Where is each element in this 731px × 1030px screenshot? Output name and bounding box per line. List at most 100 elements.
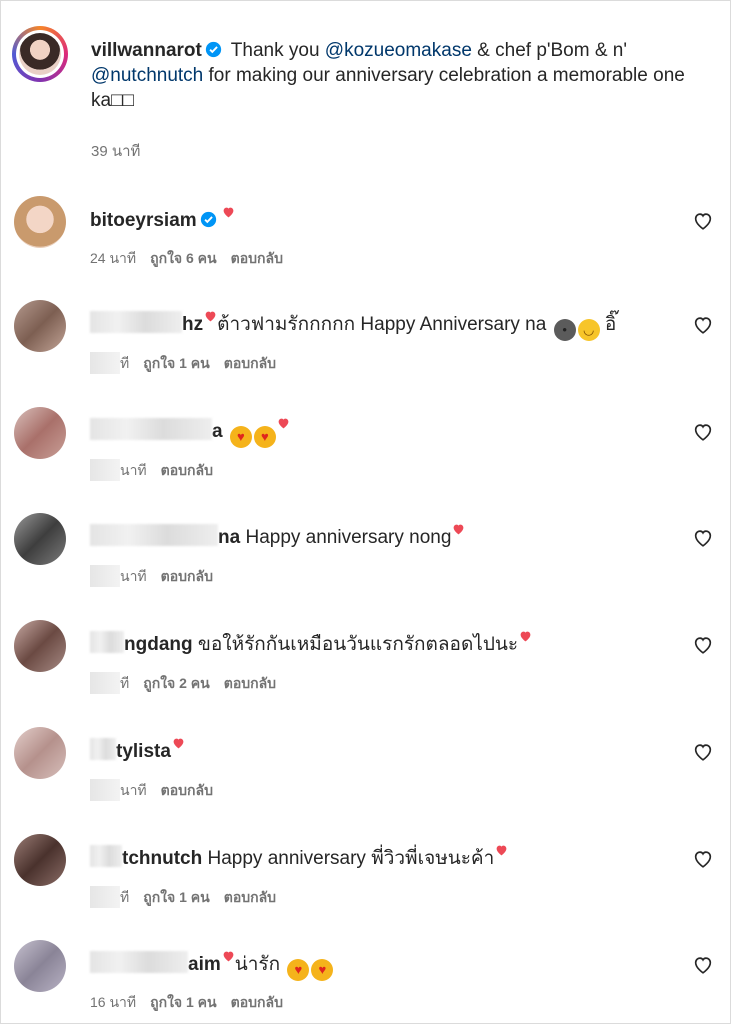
comment-username[interactable]: hz (182, 314, 203, 335)
likes-count[interactable]: ถูกใจ 2 คน (143, 675, 210, 691)
verified-badge-icon (205, 41, 222, 58)
avatar[interactable] (14, 196, 66, 248)
caption-text: villwannarot Thank you @kozueomakase & c… (91, 38, 711, 113)
comment-line: hz ต้าวฟามรักกกกก Happy Anniversary na • ◡… (90, 310, 616, 341)
comment-text: ขอให้รักกันเหมือนวันแรกรักตลอดไปนะ (197, 634, 519, 655)
comment-item: a ♥ ♥ นาที ตอบกลับ (14, 407, 714, 497)
comment-meta: ที ถูกใจ 1 คน ตอบกลับ (90, 886, 290, 909)
avatar[interactable] (14, 513, 66, 565)
comment-item: hz ต้าวฟามรักกกกก Happy Anniversary na • ◡… (14, 300, 714, 390)
likes-count[interactable]: ถูกใจ 1 คน (143, 889, 210, 905)
reply-button[interactable]: ตอบกลับ (161, 568, 213, 584)
heart-emoji-icon (278, 418, 289, 429)
caption-part: & chef p'Bom & n' (471, 40, 627, 61)
mention-link[interactable]: @kozueomakase (325, 40, 472, 61)
comment-username[interactable]: aim (188, 954, 221, 975)
smile-emoji-icon: ◡ (577, 319, 600, 341)
comment-line: ngdang ขอให้รักกันเหมือนวันแรกรักตลอดไปน… (90, 630, 532, 657)
comment-time[interactable]: นาที (120, 782, 147, 798)
heart-outline-icon[interactable] (692, 210, 714, 232)
heart-eyes-emoji-icon: ♥ (311, 959, 334, 981)
comment-line: a ♥ ♥ (90, 417, 290, 448)
blurred-username (90, 738, 116, 760)
heart-emoji-icon (223, 207, 234, 218)
comment-item: na Happy anniversary nong นาที ตอบกลับ (14, 513, 714, 603)
comment-item: ngdang ขอให้รักกันเหมือนวันแรกรักตลอดไปน… (14, 620, 714, 710)
comment-line: aim น่ารัก ♥ ♥ (90, 950, 334, 981)
comment-time[interactable]: ที (120, 889, 129, 905)
comment-item: bitoeyrsiam 24 นาที ถูกใจ 6 คน ตอบกลับ (14, 196, 714, 286)
blurred-time (90, 779, 120, 801)
comment-meta: นาที ตอบกลับ (90, 459, 227, 482)
comment-meta: นาที ตอบกลับ (90, 779, 227, 802)
comment-username[interactable]: tchnutch (122, 848, 202, 869)
avatar[interactable] (14, 300, 66, 352)
reply-button[interactable]: ตอบกลับ (224, 355, 276, 371)
blurred-username (90, 631, 124, 653)
heart-outline-icon[interactable] (692, 848, 714, 870)
author-avatar[interactable] (12, 26, 68, 82)
heart-outline-icon[interactable] (692, 741, 714, 763)
heart-emoji-icon (205, 311, 216, 322)
comment-meta: 16 นาที ถูกใจ 1 คน ตอบกลับ (90, 992, 297, 1014)
blurred-username (90, 311, 182, 333)
avatar[interactable] (14, 940, 66, 992)
heart-outline-icon[interactable] (692, 527, 714, 549)
blurred-time (90, 352, 120, 374)
comment-meta: ที ถูกใจ 1 คน ตอบกลับ (90, 352, 290, 375)
comment-text: Happy anniversary พี่วิวพี่เจษนะค้า (207, 848, 495, 869)
comment-item: tylista นาที ตอบกลับ (14, 727, 714, 817)
comment-username[interactable]: a (212, 421, 223, 442)
reply-button[interactable]: ตอบกลับ (224, 889, 276, 905)
comment-text: Happy anniversary nong (245, 527, 452, 548)
comment-text: น่ารัก (234, 954, 281, 975)
reply-button[interactable]: ตอบกลับ (161, 782, 213, 798)
comment-time[interactable]: 16 นาที (90, 994, 136, 1010)
blurred-username (90, 845, 122, 867)
comment-username[interactable]: ngdang (124, 634, 193, 655)
comment-username[interactable]: tylista (116, 741, 171, 762)
heart-outline-icon[interactable] (692, 421, 714, 443)
comment-time[interactable]: ที (120, 355, 129, 371)
reply-button[interactable]: ตอบกลับ (161, 462, 213, 478)
likes-count[interactable]: ถูกใจ 1 คน (143, 355, 210, 371)
reply-button[interactable]: ตอบกลับ (224, 675, 276, 691)
heart-outline-icon[interactable] (692, 314, 714, 336)
caption-part: Thank you (225, 40, 325, 61)
likes-count[interactable]: ถูกใจ 6 คน (150, 250, 217, 266)
blurred-username (90, 951, 188, 973)
heart-eyes-emoji-icon: ♥ (287, 959, 310, 981)
heart-eyes-emoji-icon: ♥ (253, 426, 276, 448)
mention-link[interactable]: @nutchnutch (91, 65, 203, 86)
author-username[interactable]: villwannarot (91, 40, 202, 61)
heart-outline-icon[interactable] (692, 954, 714, 976)
comment-item: tchnutch Happy anniversary พี่วิวพี่เจษน… (14, 834, 714, 924)
avatar[interactable] (14, 834, 66, 886)
reply-button[interactable]: ตอบกลับ (231, 250, 283, 266)
comment-line: tchnutch Happy anniversary พี่วิวพี่เจษน… (90, 844, 508, 871)
blurred-time (90, 672, 120, 694)
comment-time[interactable]: ที (120, 675, 129, 691)
blurred-time (90, 565, 120, 587)
heart-emoji-icon (520, 631, 531, 642)
comment-meta: นาที ตอบกลับ (90, 565, 227, 588)
avatar[interactable] (14, 407, 66, 459)
blurred-username (90, 524, 218, 546)
post-time[interactable]: 39 นาที (91, 139, 140, 163)
comment-username[interactable]: na (218, 527, 240, 548)
reply-button[interactable]: ตอบกลับ (231, 994, 283, 1010)
heart-outline-icon[interactable] (692, 634, 714, 656)
heart-eyes-emoji-icon: ♥ (229, 426, 252, 448)
comment-time[interactable]: นาที (120, 462, 147, 478)
avatar[interactable] (14, 727, 66, 779)
blurred-username (90, 418, 212, 440)
verified-badge-icon (200, 211, 216, 228)
comment-tail: อิ๊ (604, 314, 617, 335)
avatar[interactable] (14, 620, 66, 672)
face-emoji-icon: • (553, 319, 576, 341)
comment-time[interactable]: นาที (120, 568, 147, 584)
comment-username[interactable]: bitoeyrsiam (90, 210, 197, 231)
comment-time[interactable]: 24 นาที (90, 250, 136, 266)
blurred-time (90, 886, 120, 908)
likes-count[interactable]: ถูกใจ 1 คน (150, 994, 217, 1010)
